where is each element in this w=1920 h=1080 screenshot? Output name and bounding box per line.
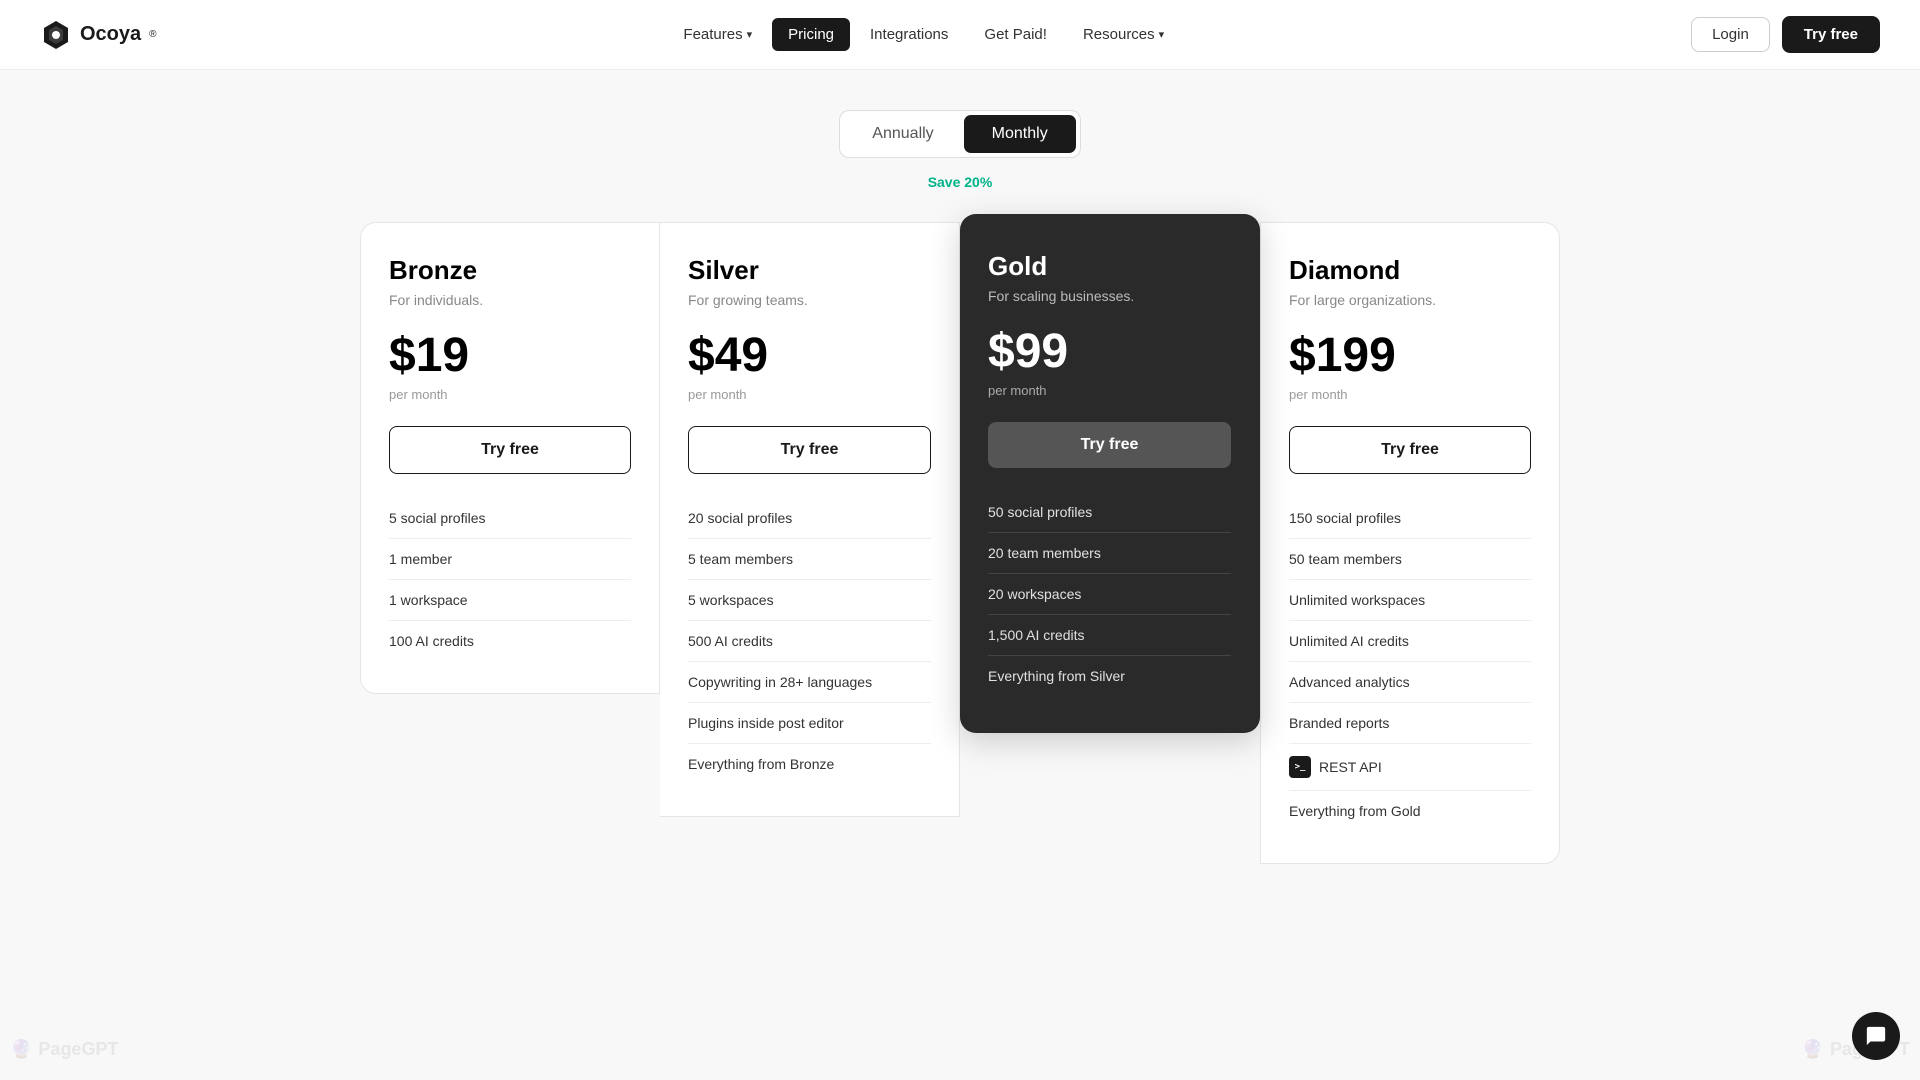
plan-diamond-cta[interactable]: Try free <box>1289 426 1531 474</box>
gold-feature-1: 20 team members <box>988 533 1231 574</box>
plan-diamond: Diamond For large organizations. $199 pe… <box>1260 222 1560 864</box>
plan-bronze-features: 5 social profiles 1 member 1 workspace 1… <box>389 498 631 661</box>
plan-bronze-price: $19 <box>389 328 631 383</box>
bronze-feature-0: 5 social profiles <box>389 498 631 539</box>
brand-name: Ocoya <box>80 23 141 46</box>
nav-get-paid[interactable]: Get Paid! <box>968 18 1063 51</box>
plan-diamond-name: Diamond <box>1289 255 1531 286</box>
plan-silver-name: Silver <box>688 255 931 286</box>
nav-features[interactable]: Features▾ <box>667 18 768 51</box>
watermark-bl: 🔮PageGPT <box>10 1039 118 1060</box>
billing-toggle: Annually Monthly <box>839 110 1080 158</box>
diamond-feature-2: Unlimited workspaces <box>1289 580 1531 621</box>
plan-gold-features: 50 social profiles 20 team members 20 wo… <box>988 492 1231 696</box>
brand-trademark: ® <box>149 29 156 40</box>
nav-integrations[interactable]: Integrations <box>854 18 964 51</box>
pricing-grid: Bronze For individuals. $19 per month Tr… <box>360 222 1560 864</box>
plan-diamond-tagline: For large organizations. <box>1289 292 1531 308</box>
header-actions: Login Try free <box>1691 16 1880 53</box>
logo[interactable]: Ocoya ® <box>40 19 157 51</box>
plan-gold-period: per month <box>988 383 1231 398</box>
gold-feature-0: 50 social profiles <box>988 492 1231 533</box>
plan-diamond-period: per month <box>1289 387 1531 402</box>
toggle-annually[interactable]: Annually <box>844 115 961 153</box>
gold-feature-3: 1,500 AI credits <box>988 615 1231 656</box>
plan-bronze-name: Bronze <box>389 255 631 286</box>
diamond-feature-5: Branded reports <box>1289 703 1531 744</box>
chat-widget[interactable] <box>1852 1012 1900 1060</box>
plan-silver-tagline: For growing teams. <box>688 292 931 308</box>
plan-gold: Gold For scaling businesses. $99 per mon… <box>960 214 1260 733</box>
plan-bronze-tagline: For individuals. <box>389 292 631 308</box>
nav-pricing[interactable]: Pricing <box>772 18 850 51</box>
silver-feature-1: 5 team members <box>688 539 931 580</box>
plan-diamond-features: 150 social profiles 50 team members Unli… <box>1289 498 1531 831</box>
plan-bronze-period: per month <box>389 387 631 402</box>
plan-gold-price: $99 <box>988 324 1231 379</box>
bronze-feature-2: 1 workspace <box>389 580 631 621</box>
diamond-feature-4: Advanced analytics <box>1289 662 1531 703</box>
plan-silver-period: per month <box>688 387 931 402</box>
save-label: Save 20% <box>60 174 1860 190</box>
silver-feature-4: Copywriting in 28+ languages <box>688 662 931 703</box>
header: Ocoya ® Features▾ Pricing Integrations Ge… <box>0 0 1920 70</box>
plan-silver: Silver For growing teams. $49 per month … <box>660 222 960 817</box>
try-free-header-button[interactable]: Try free <box>1782 16 1880 53</box>
toggle-monthly[interactable]: Monthly <box>964 115 1076 153</box>
main-nav: Features▾ Pricing Integrations Get Paid!… <box>667 18 1180 51</box>
diamond-feature-0: 150 social profiles <box>1289 498 1531 539</box>
silver-feature-2: 5 workspaces <box>688 580 931 621</box>
silver-feature-0: 20 social profiles <box>688 498 931 539</box>
plan-gold-tagline: For scaling businesses. <box>988 288 1231 304</box>
bronze-feature-3: 100 AI credits <box>389 621 631 661</box>
diamond-feature-6: >_ REST API <box>1289 744 1531 791</box>
plan-gold-name: Gold <box>988 251 1231 282</box>
silver-feature-6: Everything from Bronze <box>688 744 931 784</box>
chat-icon <box>1865 1025 1887 1047</box>
gold-feature-2: 20 workspaces <box>988 574 1231 615</box>
login-button[interactable]: Login <box>1691 17 1770 52</box>
silver-feature-5: Plugins inside post editor <box>688 703 931 744</box>
plan-bronze-cta[interactable]: Try free <box>389 426 631 474</box>
rest-api-icon: >_ <box>1289 756 1311 778</box>
plan-silver-features: 20 social profiles 5 team members 5 work… <box>688 498 931 784</box>
bronze-feature-1: 1 member <box>389 539 631 580</box>
plan-silver-cta[interactable]: Try free <box>688 426 931 474</box>
plan-bronze: Bronze For individuals. $19 per month Tr… <box>360 222 660 694</box>
silver-feature-3: 500 AI credits <box>688 621 931 662</box>
plan-diamond-price: $199 <box>1289 328 1531 383</box>
gold-feature-4: Everything from Silver <box>988 656 1231 696</box>
diamond-feature-1: 50 team members <box>1289 539 1531 580</box>
logo-icon <box>40 19 72 51</box>
plan-gold-cta[interactable]: Try free <box>988 422 1231 468</box>
diamond-feature-7: Everything from Gold <box>1289 791 1531 831</box>
billing-toggle-container: Annually Monthly <box>60 110 1860 158</box>
nav-resources[interactable]: Resources▾ <box>1067 18 1180 51</box>
diamond-feature-3: Unlimited AI credits <box>1289 621 1531 662</box>
plan-silver-price: $49 <box>688 328 931 383</box>
main-content: Annually Monthly Save 20% Bronze For ind… <box>0 70 1920 924</box>
